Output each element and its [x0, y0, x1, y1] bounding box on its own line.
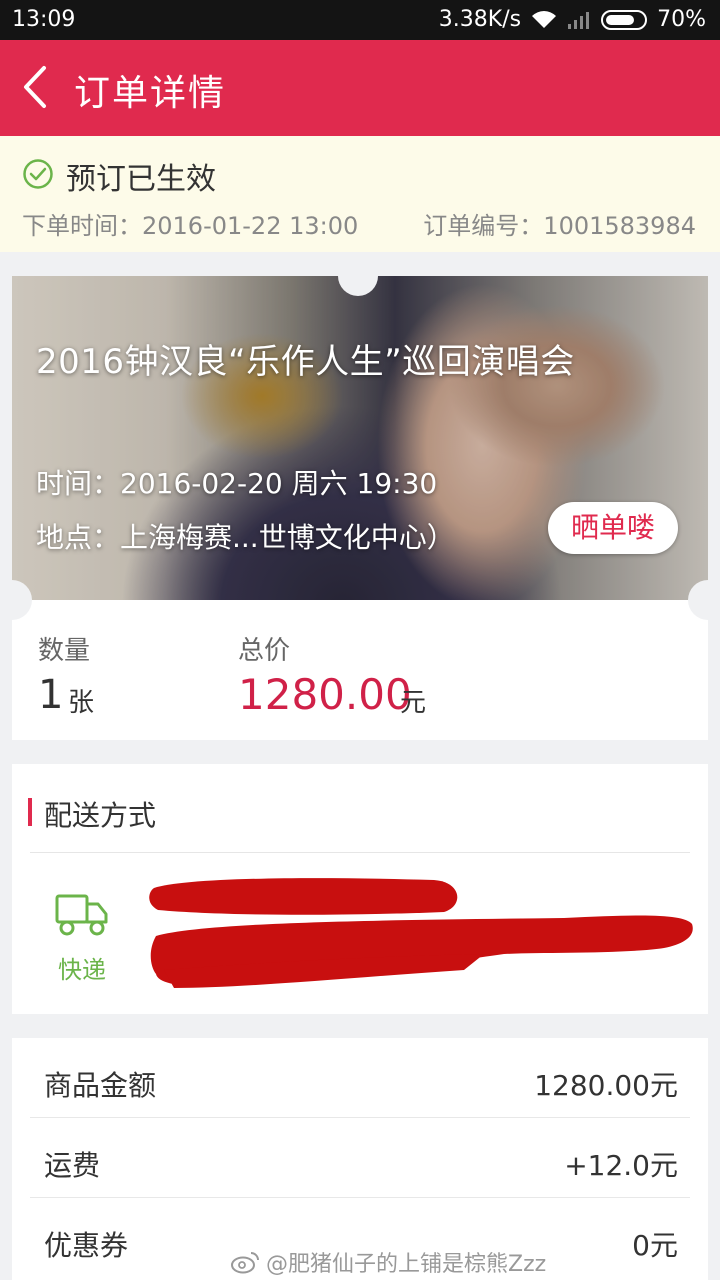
page-title: 订单详情	[74, 73, 227, 114]
wifi-icon	[532, 10, 557, 28]
status-bar: 13:09 3.38K/s 70%	[0, 0, 720, 40]
fee-value: +12.0元	[564, 1149, 678, 1182]
battery-icon	[601, 9, 648, 30]
truck-icon	[55, 894, 108, 936]
fee-value: 1280.00元	[534, 1069, 678, 1102]
order-number: 订单编号：1001583984	[423, 212, 696, 240]
fee-label: 优惠券	[44, 1229, 129, 1262]
fee-label: 商品金额	[44, 1069, 157, 1102]
order-status-text: 预订已生效	[66, 162, 216, 197]
fee-summary: 商品金额 1280.00元 运费 +12.0元 优惠券 0元	[12, 1038, 708, 1280]
quantity-label: 数量	[38, 636, 91, 666]
signal-icon	[568, 11, 590, 29]
total-price-unit: 元	[400, 688, 427, 718]
share-order-button[interactable]: 晒单喽	[548, 502, 678, 554]
fee-value: 0元	[632, 1229, 678, 1262]
network-speed: 3.38K/s	[438, 7, 522, 32]
event-title: 2016钟汉良“乐作人生”巡回演唱会	[36, 342, 575, 382]
redacted-address	[149, 878, 693, 988]
total-price-label: 总价	[238, 636, 291, 666]
order-time: 下单时间：2016-01-22 13:00	[22, 212, 359, 240]
delivery-method: 快递	[58, 956, 106, 984]
fee-label: 运费	[44, 1149, 101, 1182]
battery-level: 70%	[657, 7, 706, 32]
event-venue: 地点：上海梅赛...世博文化中心）	[36, 521, 455, 554]
clock: 13:09	[12, 7, 76, 32]
quantity-value: 1	[38, 672, 64, 718]
quantity-unit: 张	[68, 688, 95, 718]
total-price-value: 1280.00	[238, 670, 412, 719]
back-arrow-icon[interactable]	[18, 62, 58, 112]
app-header: 订单详情	[0, 40, 720, 136]
fee-row: 运费 +12.0元	[12, 1118, 708, 1198]
watermark: @肥猪仙子的上铺是棕熊Zzz	[230, 1246, 546, 1278]
weibo-logo-icon	[231, 1252, 259, 1274]
check-circle-icon	[23, 159, 53, 189]
fee-row: 商品金额 1280.00元	[12, 1038, 708, 1118]
divider	[30, 852, 690, 853]
watermark-text: @肥猪仙子的上铺是棕熊Zzz	[266, 1252, 547, 1277]
status-icons: 3.38K/s 70%	[439, 7, 706, 32]
order-status-panel: 预订已生效 下单时间：2016-01-22 13:00 订单编号：1001583…	[0, 136, 720, 252]
event-time: 时间：2016-02-20 周六 19:30	[36, 467, 438, 500]
ticket-card[interactable]: 2016钟汉良“乐作人生”巡回演唱会 时间：2016-02-20 周六 19:3…	[12, 276, 708, 740]
delivery-heading: 配送方式	[44, 799, 157, 832]
section-marker	[28, 798, 32, 826]
delivery-section: 配送方式 快递	[12, 764, 708, 1014]
